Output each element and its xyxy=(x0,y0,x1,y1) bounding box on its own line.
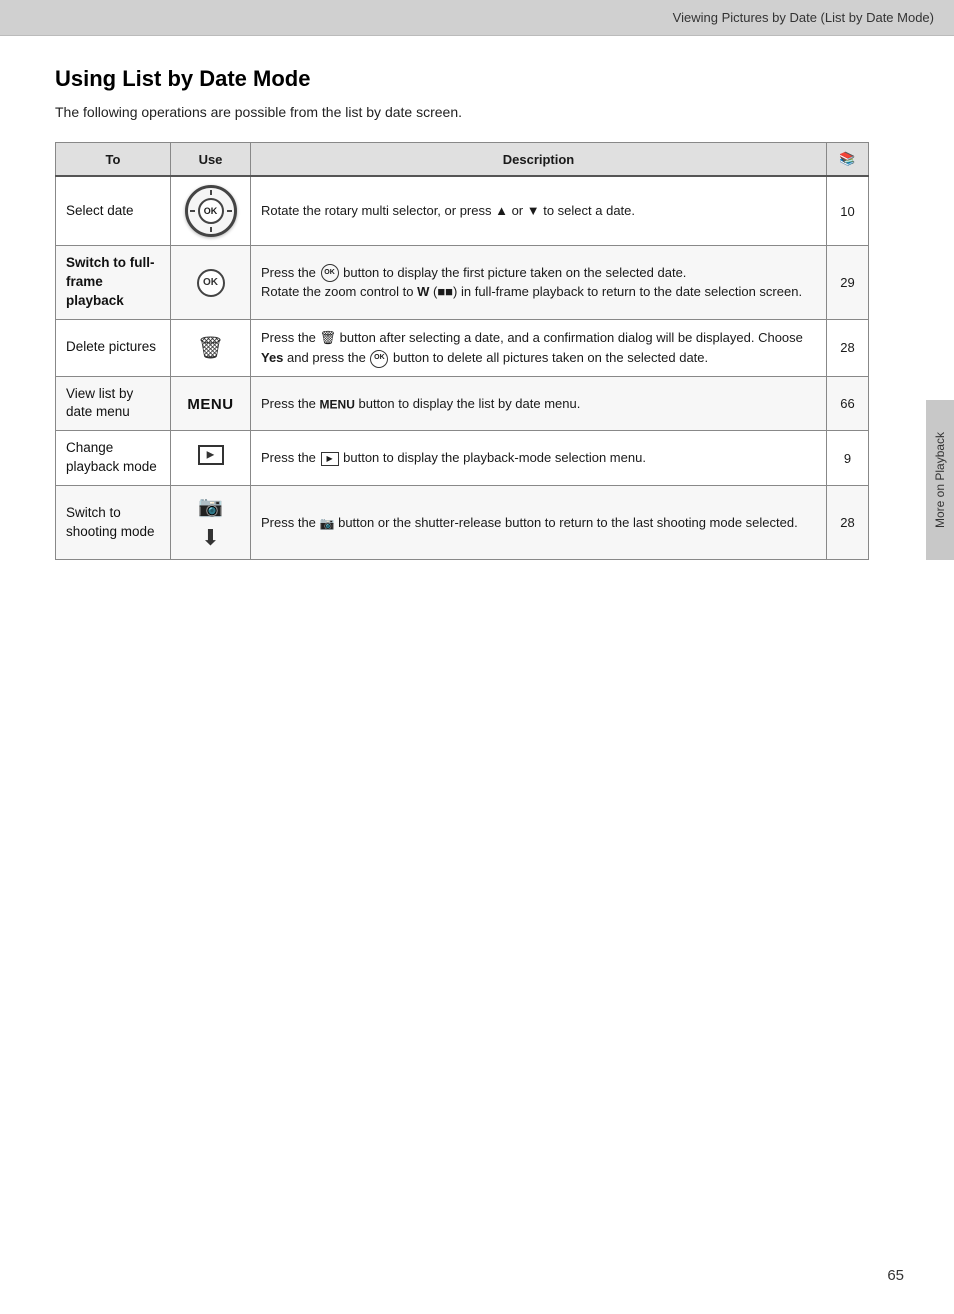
table-header-row: To Use Description 📚 xyxy=(56,143,869,177)
row-desc-delete: Press the 🗑 button after selecting a dat… xyxy=(251,319,827,376)
inline-ok-icon-2: OK xyxy=(370,350,388,368)
side-tab: More on Playback xyxy=(926,400,954,560)
menu-text-icon: MENU xyxy=(187,396,233,413)
inline-camera-icon: 📷 xyxy=(320,516,335,530)
inline-menu-icon: MENU xyxy=(320,397,355,411)
inline-trash-icon: 🗑 xyxy=(320,328,337,348)
row-ref-shooting: 28 xyxy=(827,486,869,560)
row-ref-fullframe: 29 xyxy=(827,246,869,320)
row-desc-fullframe: Press the OK button to display the first… xyxy=(251,246,827,320)
page-title: Using List by Date Mode xyxy=(55,66,869,92)
col-header-ref: 📚 xyxy=(827,143,869,177)
row-desc-shooting: Press the 📷 button or the shutter-releas… xyxy=(251,486,827,560)
row-use-viewlist: MENU xyxy=(171,376,251,431)
col-header-use: Use xyxy=(171,143,251,177)
row-desc-viewlist: Press the MENU button to display the lis… xyxy=(251,376,827,431)
row-use-fullframe: OK xyxy=(171,246,251,320)
inline-ok-icon: OK xyxy=(321,264,339,282)
table-row: Select date OK Rotate the rotary multi s… xyxy=(56,176,869,246)
header-title: Viewing Pictures by Date (List by Date M… xyxy=(673,10,934,25)
rotary-ok-icon: OK xyxy=(185,185,237,237)
page-number: 65 xyxy=(887,1267,904,1284)
inline-play-icon xyxy=(321,452,339,466)
row-use-delete: 🗑 xyxy=(171,319,251,376)
play-button-icon xyxy=(198,445,224,465)
row-to-select-date: Select date xyxy=(56,176,171,246)
page-container: Viewing Pictures by Date (List by Date M… xyxy=(0,0,954,1314)
shutter-release-icon: ⬇ xyxy=(201,525,219,551)
col-header-description: Description xyxy=(251,143,827,177)
col-header-to: To xyxy=(56,143,171,177)
row-desc-select-date: Rotate the rotary multi selector, or pre… xyxy=(251,176,827,246)
row-ref-delete: 28 xyxy=(827,319,869,376)
header-bar: Viewing Pictures by Date (List by Date M… xyxy=(0,0,954,36)
row-use-playback xyxy=(171,431,251,486)
row-to-fullframe: Switch to full-frame playback xyxy=(56,246,171,320)
main-content: Using List by Date Mode The following op… xyxy=(0,36,924,620)
row-use-shooting: 📷 ⬇ xyxy=(171,486,251,560)
row-to-playback: Change playback mode xyxy=(56,431,171,486)
table-row: Change playback mode Press the button to… xyxy=(56,431,869,486)
row-use-select-date: OK xyxy=(171,176,251,246)
camera-icon: 📷 xyxy=(198,494,223,519)
tick-right xyxy=(227,210,232,212)
tick-bottom xyxy=(210,227,212,232)
side-tab-label: More on Playback xyxy=(933,432,947,528)
tick-left xyxy=(190,210,195,212)
table-row: Switch to shooting mode 📷 ⬇ Press the 📷 … xyxy=(56,486,869,560)
table-row: View list by date menu MENU Press the ME… xyxy=(56,376,869,431)
tick-top xyxy=(210,190,212,195)
row-ref-select-date: 10 xyxy=(827,176,869,246)
ok-circle-icon: OK xyxy=(197,269,225,297)
table-row: Switch to full-frame playback OK Press t… xyxy=(56,246,869,320)
table-row: Delete pictures 🗑 Press the 🗑 button aft… xyxy=(56,319,869,376)
row-ref-viewlist: 66 xyxy=(827,376,869,431)
dual-icon-cell: 📷 ⬇ xyxy=(181,494,240,551)
main-table: To Use Description 📚 Select date xyxy=(55,142,869,560)
row-to-delete: Delete pictures xyxy=(56,319,171,376)
row-to-viewlist: View list by date menu xyxy=(56,376,171,431)
row-ref-playback: 9 xyxy=(827,431,869,486)
subtitle: The following operations are possible fr… xyxy=(55,104,869,120)
row-desc-playback: Press the button to display the playback… xyxy=(251,431,827,486)
trash-icon: 🗑 xyxy=(197,335,225,360)
inner-ok: OK xyxy=(198,198,224,224)
row-to-shooting: Switch to shooting mode xyxy=(56,486,171,560)
